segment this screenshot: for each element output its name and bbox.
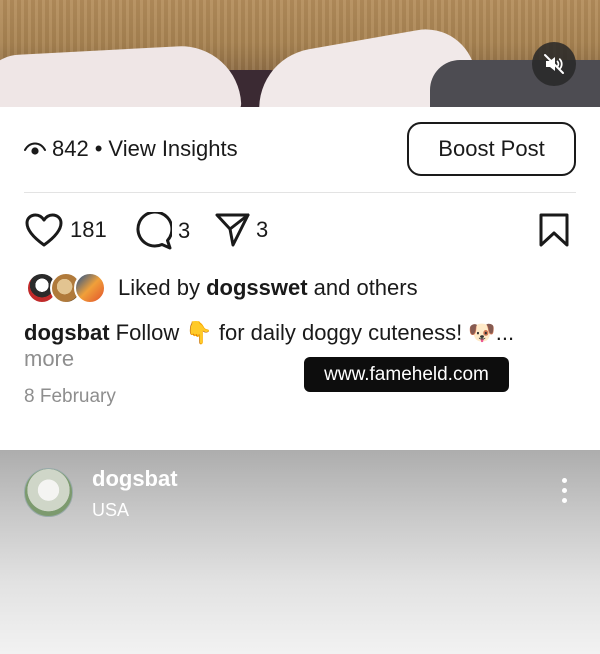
avatar — [74, 272, 106, 304]
caption-text: Follow 👇 for daily doggy cuteness! 🐶... — [109, 320, 515, 345]
divider — [24, 192, 576, 193]
dog-paw-left — [0, 43, 242, 107]
share-action[interactable]: 3 — [214, 212, 268, 248]
liked-by-user[interactable]: dogsswet — [206, 275, 307, 300]
comments-count: 3 — [178, 218, 191, 243]
insights-label: View Insights — [108, 136, 238, 161]
heart-icon — [25, 213, 63, 247]
next-post: dogsbat USA — [0, 450, 600, 654]
bookmark-icon — [539, 213, 569, 247]
liked-by-row[interactable]: Liked by dogsswet and others — [26, 272, 418, 304]
insights-row: 842 • View Insights Boost Post — [24, 122, 576, 176]
eye-icon — [24, 142, 46, 155]
caption-username[interactable]: dogsbat — [24, 320, 110, 345]
post-actions: 181 3 3 — [24, 212, 576, 252]
avatar[interactable] — [24, 468, 73, 517]
shares-count: 3 — [256, 217, 269, 242]
liked-by-text: Liked by dogsswet and others — [118, 275, 418, 300]
vertical-ellipsis-icon[interactable] — [556, 478, 572, 508]
save-action[interactable] — [538, 212, 570, 248]
paper-plane-icon — [215, 213, 250, 247]
liker-avatars — [26, 272, 106, 304]
next-post-username[interactable]: dogsbat — [92, 466, 178, 492]
video-player[interactable] — [0, 0, 600, 107]
next-post-location[interactable]: USA — [92, 500, 129, 521]
mute-button[interactable] — [532, 42, 576, 86]
comment-action[interactable]: 3 — [134, 212, 190, 250]
more-link[interactable]: more — [24, 346, 74, 372]
watermark: www.fameheld.com — [304, 357, 509, 392]
views-count: 842 — [52, 136, 89, 161]
comment-bubble-icon — [136, 212, 172, 250]
speaker-muted-icon — [544, 54, 564, 74]
like-action[interactable]: 181 — [24, 212, 107, 248]
post-date: 8 February — [24, 386, 116, 407]
views-separator: • — [94, 136, 103, 161]
view-insights-link[interactable]: 842 • View Insights — [24, 136, 238, 162]
likes-count: 181 — [70, 217, 107, 242]
post-caption: dogsbat Follow 👇 for daily doggy cutenes… — [24, 317, 584, 348]
boost-post-button[interactable]: Boost Post — [407, 122, 576, 176]
